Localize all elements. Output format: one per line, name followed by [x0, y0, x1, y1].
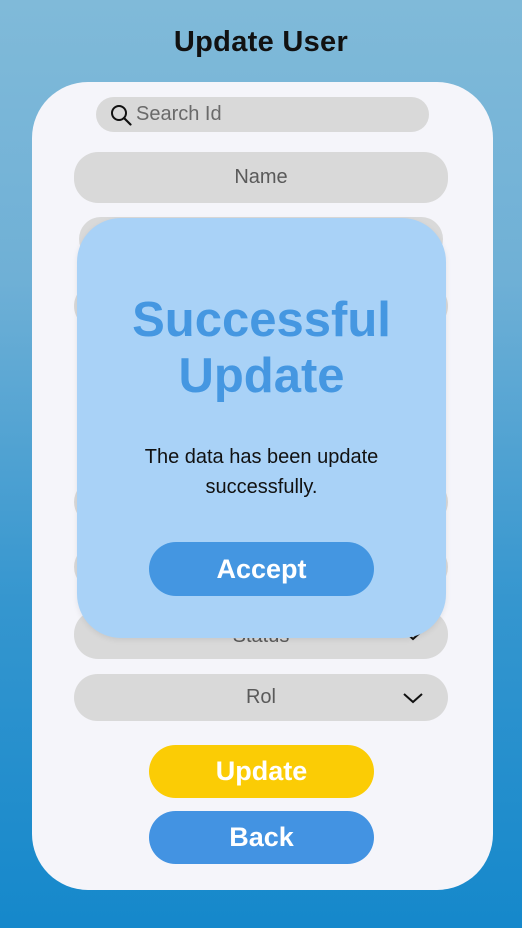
dialog-title-line-1: Successful	[132, 293, 391, 347]
search-bar[interactable]	[96, 97, 429, 132]
accept-button[interactable]: Accept	[149, 542, 374, 596]
dialog-message: The data has been update successfully.	[144, 446, 379, 498]
name-field-placeholder: Name	[234, 166, 288, 188]
search-input[interactable]	[136, 103, 396, 126]
update-button[interactable]: Update	[149, 745, 374, 798]
page-title: Update User	[173, 26, 349, 58]
success-dialog: Successful Update The data has been upda…	[77, 218, 446, 638]
chevron-down-icon	[403, 692, 423, 703]
name-field[interactable]: Name	[74, 152, 448, 203]
search-icon	[111, 104, 132, 126]
dialog-title-line-2: Update	[178, 349, 345, 403]
back-button[interactable]: Back	[149, 811, 374, 864]
dialog-title: Successful Update	[77, 292, 446, 404]
rol-select-label: Rol	[245, 686, 276, 708]
rol-select[interactable]: Rol	[74, 674, 448, 721]
